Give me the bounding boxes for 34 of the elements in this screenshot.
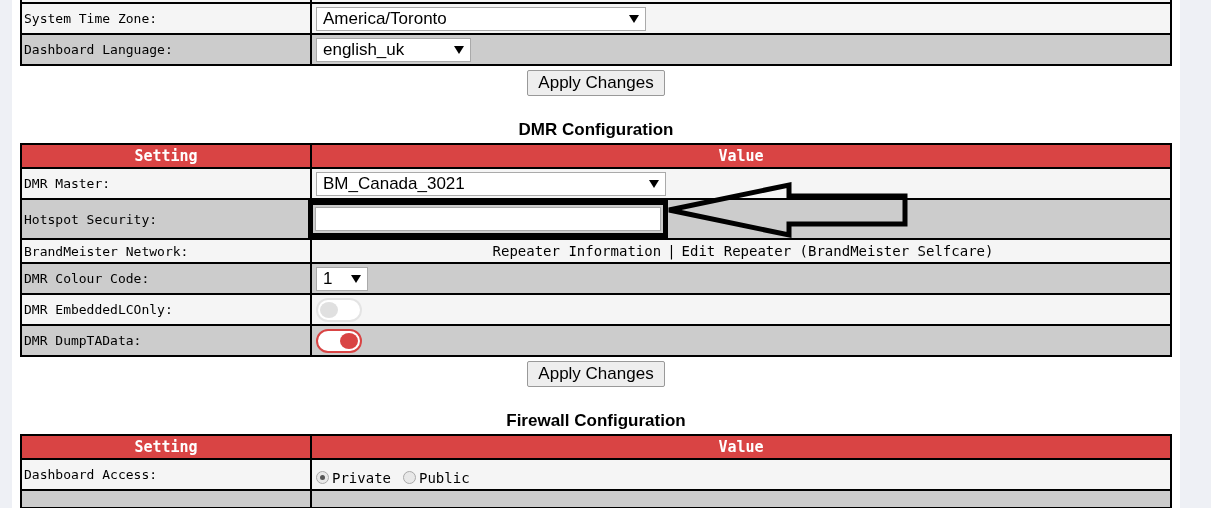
setting-label: System Time Zone: (22, 4, 310, 33)
caret-icon (649, 179, 659, 188)
dropdown[interactable]: America/Toronto (316, 6, 646, 31)
radio-button[interactable] (403, 471, 416, 484)
setting-label: Dashboard Language: (22, 35, 310, 64)
setting-label: BrandMeister Network: (22, 240, 310, 262)
column-header: Value (312, 436, 1170, 458)
dropdown[interactable]: english_uk (316, 37, 471, 62)
section-title: Firewall Configuration (506, 411, 686, 431)
column-header: Setting (22, 145, 310, 167)
edit-repeater-link[interactable]: Edit Repeater (BrandMeister Selfcare) (681, 243, 994, 259)
caret-icon (454, 45, 464, 54)
setting-label: DMR EmbeddedLCOnly: (22, 295, 310, 324)
repeater-info-link[interactable]: Repeater Information (492, 243, 662, 259)
toggle-switch[interactable] (316, 328, 362, 353)
radio-label: Public (419, 469, 470, 486)
setting-label: DMR Colour Code: (22, 264, 310, 293)
caret-icon (351, 274, 361, 283)
input-field[interactable] (315, 207, 661, 231)
setting-label: DMR Master: (22, 169, 310, 198)
setting-label: Hotspot Security: (22, 200, 310, 238)
apply-changes-button[interactable]: Apply Changes (527, 70, 665, 96)
setting-label: DMR DumpTAData: (22, 326, 310, 355)
caret-icon (629, 14, 639, 23)
dropdown[interactable]: 1 (316, 266, 368, 291)
apply-changes-button[interactable]: Apply Changes (527, 361, 665, 387)
setting-label: Dashboard Access: (22, 460, 310, 489)
radio-button[interactable] (316, 471, 329, 484)
column-header: Value (312, 145, 1170, 167)
section-title: DMR Configuration (518, 120, 674, 140)
column-header: Setting (22, 436, 310, 458)
radio-label: Private (332, 469, 391, 486)
dropdown[interactable]: BM_Canada_3021 (316, 171, 666, 196)
link-separator: | (667, 243, 676, 259)
